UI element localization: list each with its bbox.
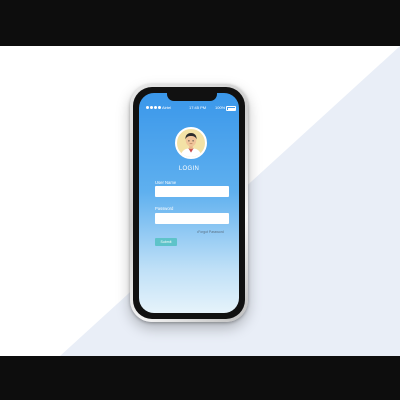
password-label: Password: [155, 206, 174, 211]
password-input[interactable]: [155, 213, 229, 224]
phone-screen: Airtel 17:45 PM 100% LOGIN User Name Pas…: [139, 93, 239, 313]
phone-frame: Airtel 17:45 PM 100% LOGIN User Name Pas…: [130, 84, 248, 322]
login-title: LOGIN: [178, 166, 200, 172]
submit-button[interactable]: Submit: [155, 238, 177, 246]
username-label: User Name: [155, 180, 177, 185]
phone-notch: [167, 93, 217, 101]
battery-icon: [226, 106, 236, 111]
signal-dots-icon: [146, 106, 161, 109]
phone-bezel: Airtel 17:45 PM 100% LOGIN User Name Pas…: [133, 87, 245, 319]
carrier-name: Airtel: [162, 105, 172, 110]
forgot-password-label: Forgot Password: [198, 230, 224, 234]
stage-background: Airtel 17:45 PM 100% LOGIN User Name Pas…: [0, 46, 400, 356]
username-input[interactable]: [155, 186, 229, 197]
forgot-password-link[interactable]: •Forgot Password: [197, 230, 224, 234]
user-avatar-icon: [175, 127, 207, 159]
battery-percent: 100%: [215, 105, 226, 110]
status-bar: Airtel 17:45 PM 100%: [139, 105, 239, 113]
status-time: 17:45 PM: [189, 105, 207, 110]
